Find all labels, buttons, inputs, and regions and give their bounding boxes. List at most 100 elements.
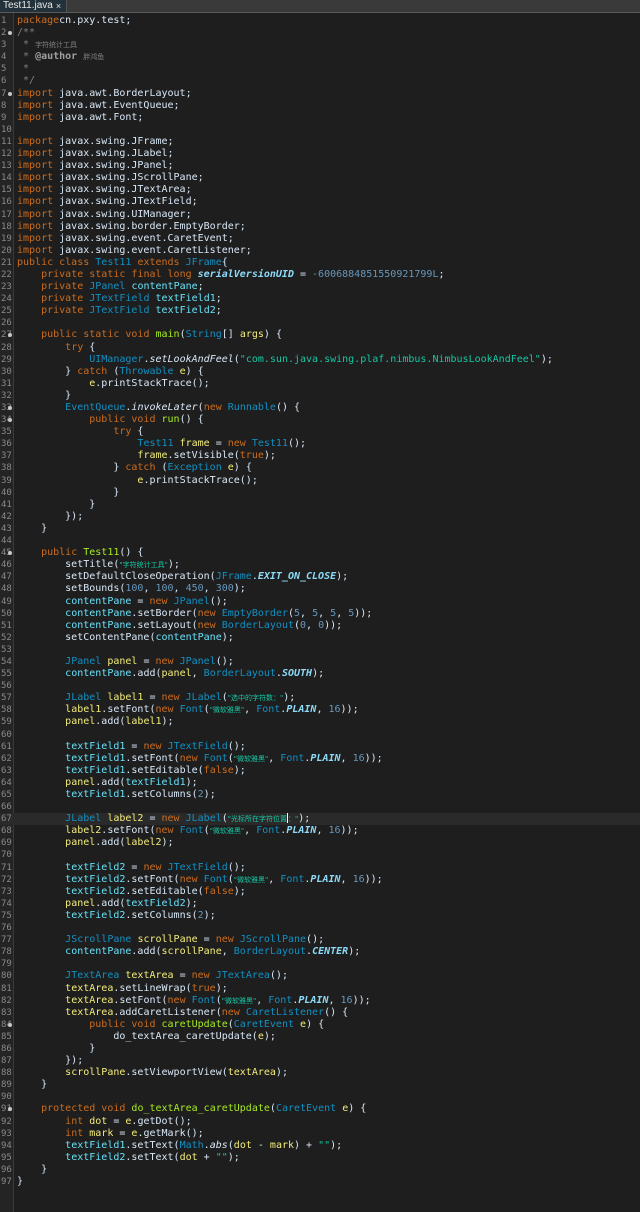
code-line[interactable]: 19 import javax.swing.event.CaretEvent; — [0, 233, 640, 245]
code-line[interactable]: 66 — [0, 801, 640, 813]
code-line[interactable]: 92 int dot = e.getDot(); — [0, 1116, 640, 1128]
code-line[interactable]: 54 JPanel panel = new JPanel(); — [0, 656, 640, 668]
code-line[interactable]: 1 packagecn.pxy.test; — [0, 15, 640, 27]
code-line[interactable]: 15 import javax.swing.JTextArea; — [0, 184, 640, 196]
code-line[interactable]: 88 scrollPane.setViewportView(textArea); — [0, 1067, 640, 1079]
code-line[interactable]: 52 setContentPane(contentPane); — [0, 632, 640, 644]
code-line[interactable]: 76 — [0, 922, 640, 934]
code-line[interactable]: 51 contentPane.setLayout(new BorderLayou… — [0, 620, 640, 632]
code-line[interactable]: 84 public void caretUpdate(CaretEvent e)… — [0, 1019, 640, 1031]
code-line[interactable]: 28 try { — [0, 342, 640, 354]
code-line[interactable]: 29 UIManager.setLookAndFeel("com.sun.jav… — [0, 354, 640, 366]
code-line[interactable]: 37 frame.setVisible(true); — [0, 450, 640, 462]
code-line[interactable]: 71 textField2 = new JTextField(); — [0, 862, 640, 874]
code-line[interactable]: 96 } — [0, 1164, 640, 1176]
code-line[interactable]: 56 — [0, 680, 640, 692]
code-line[interactable]: 12 import javax.swing.JLabel; — [0, 148, 640, 160]
code-line[interactable]: 41 } — [0, 499, 640, 511]
code-line[interactable]: 65 textField1.setColumns(2); — [0, 789, 640, 801]
code-line[interactable]: 42 }); — [0, 511, 640, 523]
code-line[interactable]: 3 * 字符统计工具 — [0, 39, 640, 51]
code-line[interactable]: 77 JScrollPane scrollPane = new JScrollP… — [0, 934, 640, 946]
code-line[interactable]: 82 textArea.setFont(new Font("微软雅黑", Fon… — [0, 995, 640, 1007]
code-line[interactable]: 73 textField2.setEditable(false); — [0, 886, 640, 898]
code-line[interactable]: 34 public void run() { — [0, 414, 640, 426]
editor-tab-test11-java[interactable]: Test11.java × — [0, 0, 68, 12]
code-line[interactable]: 80 JTextArea textArea = new JTextArea(); — [0, 970, 640, 982]
code-line[interactable]: 32 } — [0, 390, 640, 402]
code-line[interactable]: 38 } catch (Exception e) { — [0, 462, 640, 474]
code-line[interactable]: 21 public class Test11 extends JFrame{ — [0, 257, 640, 269]
code-line[interactable]: 17 import javax.swing.UIManager; — [0, 209, 640, 221]
fold-marker-icon[interactable] — [8, 91, 12, 96]
code-line[interactable]: 43 } — [0, 523, 640, 535]
code-line[interactable]: 4 * @author 胖鸿鱼 — [0, 51, 640, 63]
code-line[interactable]: 20 import javax.swing.event.CaretListener… — [0, 245, 640, 257]
code-line[interactable]: 36 Test11 frame = new Test11(); — [0, 438, 640, 450]
code-line[interactable]: 67 JLabel label2 = new JLabel("光标所在字符位置：… — [0, 813, 640, 826]
code-line[interactable]: 45 public Test11() { — [0, 547, 640, 559]
code-line[interactable]: 31 e.printStackTrace(); — [0, 378, 640, 390]
code-line[interactable]: 81 textArea.setLineWrap(true); — [0, 983, 640, 995]
code-line[interactable]: 61 textField1 = new JTextField(); — [0, 741, 640, 753]
code-line[interactable]: 5 * — [0, 63, 640, 75]
code-line[interactable]: 89 } — [0, 1079, 640, 1091]
code-line[interactable]: 47 setDefaultCloseOperation(JFrame.EXIT_… — [0, 571, 640, 583]
code-line[interactable]: 97} — [0, 1176, 640, 1188]
fold-marker-icon[interactable] — [8, 1022, 12, 1027]
code-line[interactable]: 2/** — [0, 27, 640, 39]
code-line[interactable]: 27 public static void main(String[] args… — [0, 329, 640, 341]
code-line[interactable]: 35 try { — [0, 426, 640, 438]
code-line[interactable]: 9 import java.awt.Font; — [0, 112, 640, 124]
code-line[interactable]: 33 EventQueue.invokeLater(new Runnable()… — [0, 402, 640, 414]
code-line[interactable]: 85 do_textArea_caretUpdate(e); — [0, 1031, 640, 1043]
code-line[interactable]: 18 import javax.swing.border.EmptyBorder; — [0, 221, 640, 233]
code-line[interactable]: 40 } — [0, 487, 640, 499]
code-line[interactable]: 69 panel.add(label2); — [0, 837, 640, 849]
code-line[interactable]: 93 int mark = e.getMark(); — [0, 1128, 640, 1140]
code-line[interactable]: 90 — [0, 1091, 640, 1103]
code-line[interactable]: 74 panel.add(textField2); — [0, 898, 640, 910]
code-line[interactable]: 30 } catch (Throwable e) { — [0, 366, 640, 378]
code-line[interactable]: 68 label2.setFont(new Font("微软雅黑", Font.… — [0, 825, 640, 837]
code-line[interactable]: 95 textField2.setText(dot + ""); — [0, 1152, 640, 1164]
fold-marker-icon[interactable] — [8, 406, 12, 410]
code-line[interactable]: 58 label1.setFont(new Font("微软雅黑", Font.… — [0, 704, 640, 716]
code-line[interactable]: 62 textField1.setFont(new Font("微软雅黑", F… — [0, 753, 640, 765]
code-line[interactable]: 72 textField2.setFont(new Font("微软雅黑", F… — [0, 874, 640, 886]
code-line[interactable]: 46 setTitle("字符统计工具"); — [0, 559, 640, 571]
code-line[interactable]: 59 panel.add(label1); — [0, 716, 640, 728]
code-line[interactable]: 57 JLabel label1 = new JLabel("选中的字符数：")… — [0, 692, 640, 704]
close-icon[interactable]: × — [56, 0, 61, 12]
code-line[interactable]: 16 import javax.swing.JTextField; — [0, 196, 640, 208]
code-line[interactable]: 49 contentPane = new JPanel(); — [0, 596, 640, 608]
code-line[interactable]: 24 private JTextField textField1; — [0, 293, 640, 305]
code-line[interactable]: 60 — [0, 729, 640, 741]
code-line[interactable]: 78 contentPane.add(scrollPane, BorderLay… — [0, 946, 640, 958]
code-line[interactable]: 22 private static final long serialVersi… — [0, 269, 640, 281]
code-line[interactable]: 75 textField2.setColumns(2); — [0, 910, 640, 922]
code-line[interactable]: 7 import java.awt.BorderLayout; — [0, 88, 640, 100]
code-line[interactable]: 48 setBounds(100, 100, 450, 300); — [0, 583, 640, 595]
code-line[interactable]: 39 e.printStackTrace(); — [0, 475, 640, 487]
code-line[interactable]: 11 import javax.swing.JFrame; — [0, 136, 640, 148]
code-editor[interactable]: 1 packagecn.pxy.test; 2/** 3 * 字符统计工具 4 * @a… — [0, 13, 640, 1212]
code-line[interactable]: 8 import java.awt.EventQueue; — [0, 100, 640, 112]
code-line[interactable]: 79 — [0, 958, 640, 970]
code-line[interactable]: 70 — [0, 849, 640, 861]
code-line[interactable]: 55 contentPane.add(panel, BorderLayout.S… — [0, 668, 640, 680]
code-line[interactable]: 83 textArea.addCaretListener(new CaretLi… — [0, 1007, 640, 1019]
code-line[interactable]: 6 */ — [0, 75, 640, 87]
code-line[interactable]: 87 }); — [0, 1055, 640, 1067]
code-line[interactable]: 13 import javax.swing.JPanel; — [0, 160, 640, 172]
code-line[interactable]: 50 contentPane.setBorder(new EmptyBorder… — [0, 608, 640, 620]
code-line[interactable]: 53 — [0, 644, 640, 656]
code-line[interactable]: 25 private JTextField textField2; — [0, 305, 640, 317]
code-line[interactable]: 14 import javax.swing.JScrollPane; — [0, 172, 640, 184]
code-line[interactable]: 63 textField1.setEditable(false); — [0, 765, 640, 777]
code-line[interactable]: 10 — [0, 124, 640, 136]
code-line[interactable]: 26 — [0, 317, 640, 329]
code-line[interactable]: 91 protected void do_textArea_caretUpdat… — [0, 1103, 640, 1115]
code-line[interactable]: 94 textField1.setText(Math.abs(dot - mar… — [0, 1140, 640, 1152]
code-line[interactable]: 86 } — [0, 1043, 640, 1055]
